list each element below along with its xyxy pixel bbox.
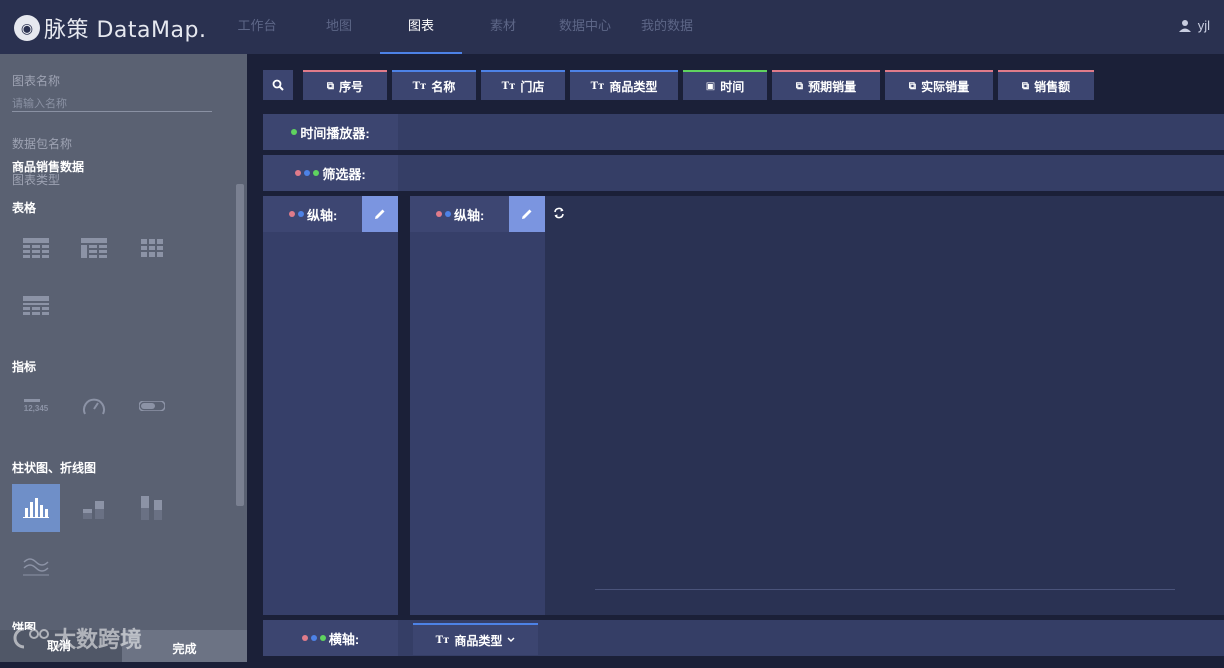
chart-config-sidebar: 图表名称 数据包名称 商品销售数据 图表类型 表格 指标 12,345 柱状图、…	[0, 54, 247, 662]
watermark-text: 太数跨境	[54, 627, 143, 652]
field-chip-product-type[interactable]: Tт 商品类型	[570, 70, 678, 100]
progress-icon[interactable]	[128, 382, 176, 430]
user-menu[interactable]: yjl	[1178, 18, 1210, 33]
watermark: 太数跨境	[10, 622, 142, 654]
top-bar: ◉ 脉策 DataMap. 工作台 地图 图表 素材 数据中心 我的数据 yjl	[0, 0, 1224, 54]
indicator-bar-icon	[23, 399, 40, 402]
bar-chart-icon[interactable]	[12, 484, 60, 532]
indicator-number-icon[interactable]: 12,345	[12, 382, 60, 430]
text-field-icon: Tт	[435, 634, 450, 646]
chart-name-label: 图表名称	[12, 74, 61, 88]
brand-name: 脉策 DataMap.	[44, 18, 207, 43]
blue-dot-icon	[445, 211, 451, 217]
dataset-label: 数据包名称	[12, 137, 73, 151]
logo-icon: ◉	[14, 15, 40, 41]
time-player-dropzone[interactable]	[398, 114, 1224, 150]
watermark-logo-icon	[13, 627, 49, 649]
search-icon	[272, 79, 284, 91]
grouped-bar-icon[interactable]	[128, 484, 176, 532]
table-header-icon[interactable]	[70, 224, 118, 272]
blue-dot-icon	[298, 211, 304, 217]
chart-type-label: 图表类型	[12, 173, 61, 187]
nav-item-assets[interactable]: 素材	[462, 0, 544, 54]
user-name: yjl	[1197, 18, 1210, 33]
text-field-icon: Tт	[412, 80, 427, 92]
field-search-button[interactable]	[263, 70, 293, 100]
time-player-label: 时间播放器:	[263, 114, 398, 150]
chart-baseline	[595, 589, 1175, 590]
nav-item-data-center[interactable]: 数据中心	[544, 0, 626, 54]
nav-item-workbench[interactable]: 工作台	[216, 0, 298, 54]
sidebar-scrollbar[interactable]	[236, 184, 244, 506]
field-chip-actual-sales[interactable]: ⧉ 实际销量	[885, 70, 993, 100]
nav-item-map[interactable]: 地图	[298, 0, 380, 54]
table-pivot-icon[interactable]	[12, 282, 60, 330]
nav-item-charts[interactable]: 图表	[380, 0, 462, 54]
red-dot-icon	[295, 170, 302, 176]
nav-item-my-data[interactable]: 我的数据	[626, 0, 708, 54]
chart-canvas[interactable]	[545, 196, 1224, 615]
field-chip-time[interactable]: ▣ 时间	[683, 70, 767, 100]
table-grid-icon[interactable]	[128, 224, 176, 272]
field-chip-store[interactable]: Tт 门店	[481, 70, 565, 100]
green-dot-icon	[319, 635, 326, 641]
gauge-icon[interactable]	[70, 382, 118, 430]
number-field-icon: ⧉	[326, 80, 335, 92]
chevron-down-icon	[507, 637, 515, 642]
number-field-icon: ⧉	[795, 80, 804, 92]
red-dot-icon	[289, 211, 295, 217]
y-axis-dropzone-1[interactable]: 纵轴:	[263, 196, 398, 615]
table-basic-icon[interactable]	[12, 224, 60, 272]
red-dot-icon	[436, 211, 442, 217]
blue-dot-icon	[304, 170, 311, 176]
refresh-button[interactable]	[553, 206, 565, 224]
filter-label: 筛选器:	[263, 155, 398, 191]
field-chip-name[interactable]: Tт 名称	[392, 70, 476, 100]
y-axis-dropzone-2[interactable]: 纵轴:	[410, 196, 545, 615]
calendar-icon: ▣	[705, 80, 716, 92]
line-chart-icon[interactable]	[12, 542, 60, 590]
logo[interactable]: ◉ 脉策 DataMap.	[14, 14, 207, 43]
y-axis-header-1: 纵轴:	[263, 196, 362, 232]
section-indicator: 指标	[12, 360, 37, 374]
chart-editor: ⧉ 序号 Tт 名称 Tт 门店 Tт 商品类型 ▣ 时间 ⧉ 预期销量 ⧉ 实际销量 ⧉ 销售…	[247, 54, 1224, 662]
refresh-icon	[554, 207, 564, 219]
edit-y-axis-button-2[interactable]	[509, 196, 545, 232]
x-axis-row: 横轴: Tт 商品类型	[247, 620, 1224, 656]
number-field-icon: ⧉	[908, 80, 917, 92]
stacked-bar-icon[interactable]	[70, 484, 118, 532]
chart-name-input[interactable]	[12, 96, 212, 112]
pencil-icon	[375, 209, 385, 219]
section-bar-line: 柱状图、折线图	[12, 461, 97, 475]
y-axis-header-2: 纵轴:	[410, 196, 509, 232]
green-dot-icon	[313, 170, 320, 176]
red-dot-icon	[301, 635, 308, 641]
user-icon	[1178, 19, 1191, 32]
field-chip-revenue[interactable]: ⧉ 销售额	[998, 70, 1094, 100]
main-nav: 工作台 地图 图表 素材 数据中心 我的数据	[216, 0, 708, 54]
text-field-icon: Tт	[590, 80, 605, 92]
x-axis-label: 横轴:	[263, 620, 398, 656]
field-chip-expected-sales[interactable]: ⧉ 预期销量	[772, 70, 880, 100]
section-table: 表格	[12, 201, 37, 215]
filter-dropzone[interactable]	[398, 155, 1224, 191]
text-field-icon: Tт	[501, 80, 516, 92]
green-dot-icon	[291, 129, 298, 135]
x-axis-field-chip[interactable]: Tт 商品类型	[413, 623, 538, 655]
field-chip-index[interactable]: ⧉ 序号	[303, 70, 387, 100]
number-field-icon: ⧉	[1021, 80, 1030, 92]
edit-y-axis-button-1[interactable]	[362, 196, 398, 232]
pencil-icon	[522, 209, 532, 219]
indicator-number: 12,345	[23, 404, 49, 413]
blue-dot-icon	[310, 635, 317, 641]
